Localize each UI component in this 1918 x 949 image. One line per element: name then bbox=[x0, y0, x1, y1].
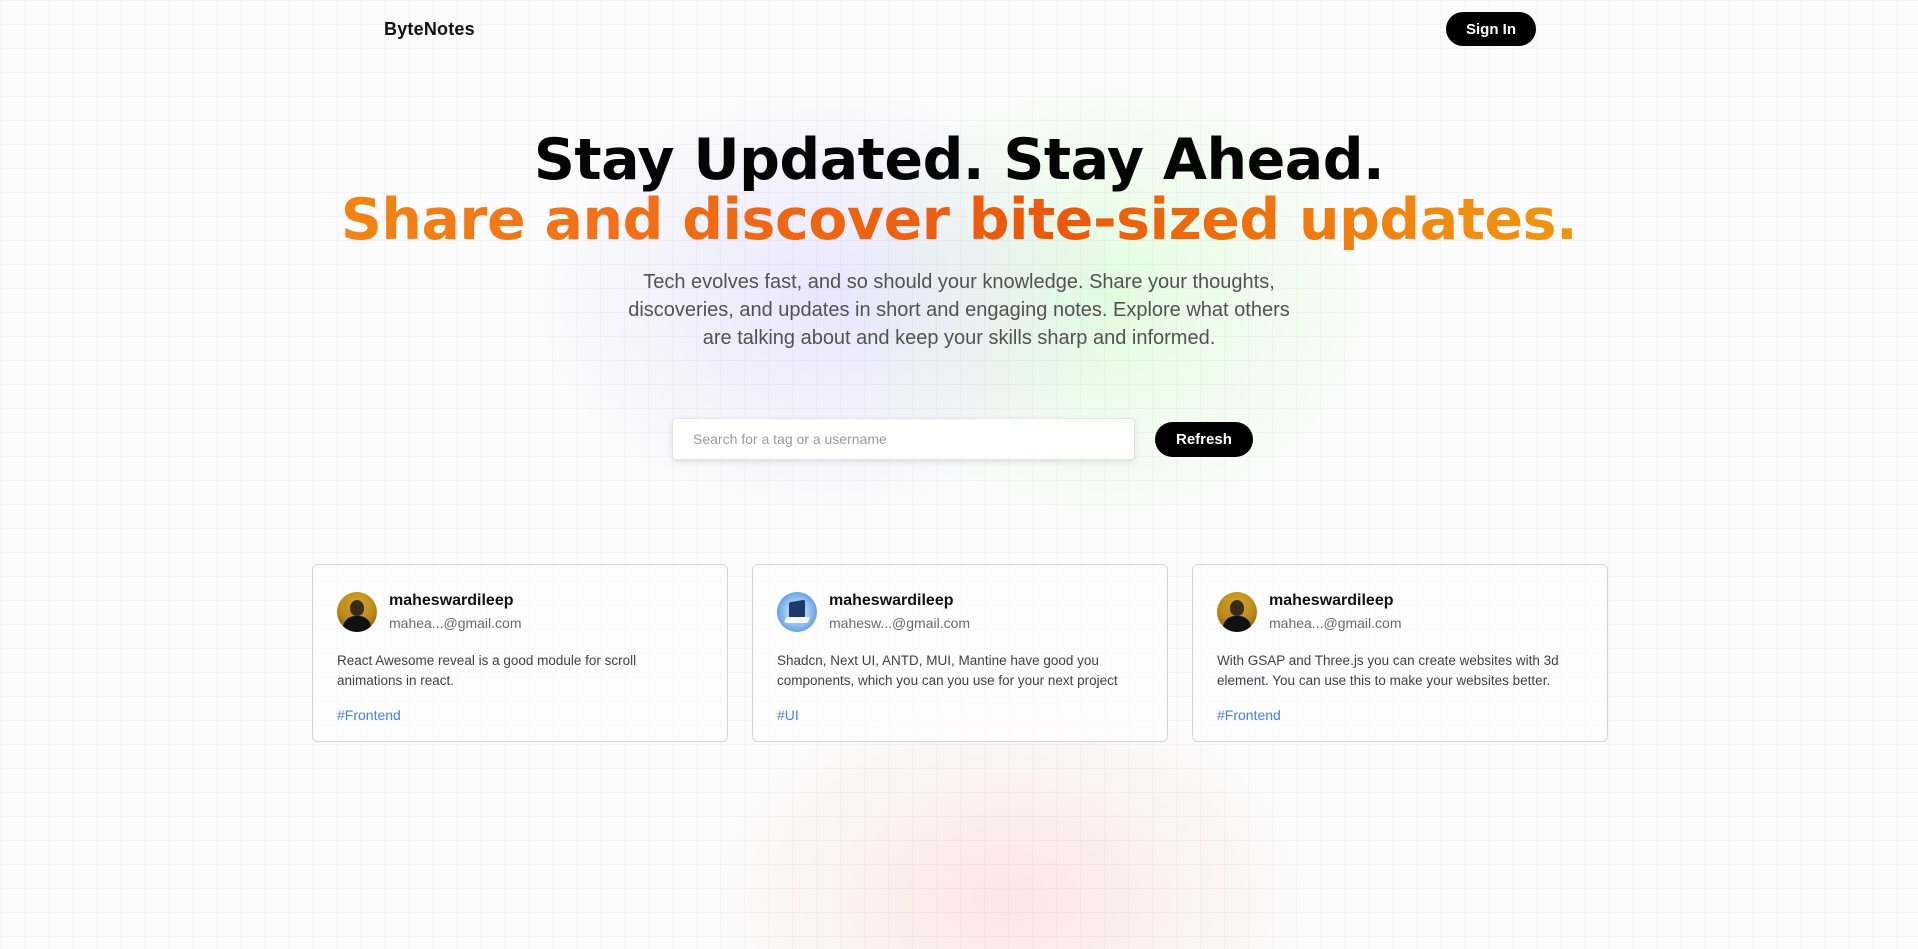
refresh-button[interactable]: Refresh bbox=[1155, 421, 1253, 457]
brand-logo[interactable]: ByteNotes bbox=[384, 19, 475, 40]
sign-in-button[interactable]: Sign In bbox=[1446, 12, 1536, 46]
search-input[interactable] bbox=[672, 418, 1135, 460]
avatar-body-shape bbox=[343, 616, 371, 632]
note-text: Shadcn, Next UI, ANTD, MUI, Mantine have… bbox=[777, 653, 1118, 688]
note-card[interactable]: maheswardileep mahesw...@gmail.com Shadc… bbox=[752, 564, 1168, 742]
note-text: React Awesome reveal is a good module fo… bbox=[337, 653, 637, 688]
note-tag[interactable]: #UI bbox=[777, 707, 799, 723]
note-card[interactable]: maheswardileep mahea...@gmail.com With G… bbox=[1192, 564, 1608, 742]
top-nav: ByteNotes Sign In bbox=[384, 10, 1536, 48]
hero-title: Stay Updated. Stay Ahead. bbox=[533, 127, 1385, 193]
note-author: maheswardileep mahea...@gmail.com bbox=[1217, 591, 1583, 633]
note-tag[interactable]: #Frontend bbox=[337, 707, 401, 723]
hero-description: Tech evolves fast, and so should your kn… bbox=[628, 271, 1290, 349]
hero: Stay Updated. Stay Ahead. Share and disc… bbox=[0, 130, 1918, 352]
avatar-head-shape bbox=[350, 600, 364, 616]
note-email: mahea...@gmail.com bbox=[1269, 615, 1402, 631]
note-author: maheswardileep mahea...@gmail.com bbox=[337, 591, 703, 633]
note-email: mahesw...@gmail.com bbox=[829, 615, 971, 631]
tech-avatar bbox=[777, 592, 817, 632]
avatar-head-shape bbox=[1230, 600, 1244, 616]
note-author: maheswardileep mahesw...@gmail.com bbox=[777, 591, 1143, 633]
note-username[interactable]: maheswardileep bbox=[389, 591, 521, 611]
search-bar: Refresh bbox=[672, 418, 1253, 460]
note-card[interactable]: maheswardileep mahea...@gmail.com React … bbox=[312, 564, 728, 742]
note-email: mahea...@gmail.com bbox=[389, 615, 522, 631]
note-username[interactable]: maheswardileep bbox=[829, 591, 970, 611]
notes-list: maheswardileep mahea...@gmail.com React … bbox=[312, 564, 1608, 742]
hero-subtitle: Share and discover bite-sized updates. bbox=[0, 190, 1918, 250]
person-avatar bbox=[1217, 592, 1257, 632]
page: ByteNotes Sign In Stay Updated. Stay Ahe… bbox=[0, 0, 1918, 949]
avatar-keyboard-shape bbox=[783, 617, 811, 623]
note-tag[interactable]: #Frontend bbox=[1217, 707, 1281, 723]
person-avatar bbox=[337, 592, 377, 632]
note-text: With GSAP and Three.js you can create we… bbox=[1217, 653, 1559, 688]
note-username[interactable]: maheswardileep bbox=[1269, 591, 1401, 611]
avatar-body-shape bbox=[1223, 616, 1251, 632]
